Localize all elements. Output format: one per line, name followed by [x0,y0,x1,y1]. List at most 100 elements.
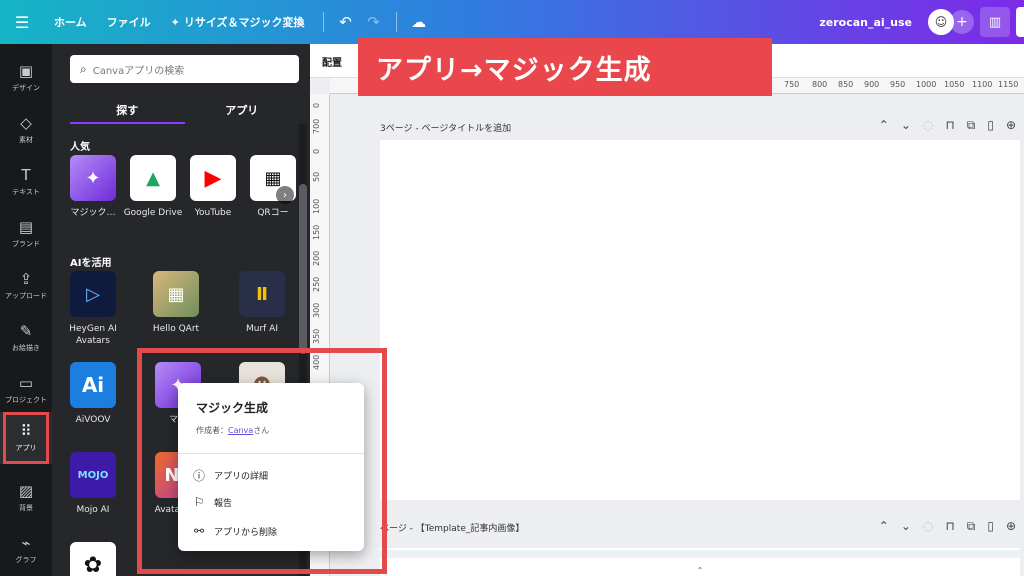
tab-apps[interactable]: アプリ [185,96,300,124]
resize-button[interactable]: ✦ リサイズ＆マジック変換 [161,0,315,44]
info-icon: ⓘ [192,469,205,483]
app-aivoov[interactable]: Ai AiVOOV [63,362,123,426]
app-magic-media[interactable]: ✦ マジック… [63,155,123,219]
duplicate-icon[interactable]: ⧉ [967,519,976,534]
hello-qart-icon: ▦ [153,271,199,317]
rail-item-draw[interactable]: ✎ お絵描き [0,312,52,364]
app-label: Hello QArt [152,324,200,334]
trash-icon[interactable]: ▯ [987,519,994,534]
lock-icon[interactable]: ⊓ [945,118,954,133]
app-qr-code[interactable]: ▦ QRコー [243,155,303,219]
app-label: YouTube [194,208,232,218]
app-label: AiVOOV [75,415,111,425]
chevron-up-icon: ⌃ [696,566,704,575]
cloud-save-icon[interactable]: ☁ [405,13,433,31]
page-canvas-3[interactable] [380,140,1020,500]
resize-label: リサイズ＆マジック変換 [183,16,305,29]
tab-discover[interactable]: 探す [70,96,185,124]
duplicate-icon[interactable]: ⧉ [967,118,976,133]
plus-icon: + [956,14,968,30]
redo-icon[interactable]: ↷ [360,13,388,31]
undo-icon[interactable]: ↶ [332,13,360,31]
panel-scroll-thumb[interactable] [299,184,307,354]
hide-icon[interactable]: ◌ [923,519,933,534]
carousel-next-icon[interactable]: › [276,186,294,204]
rail-item-label: テキスト [12,188,40,196]
rail-item-upload[interactable]: ⇪ アップロード [0,260,52,312]
author-link[interactable]: Canva [228,426,253,435]
ruler-tick: 300 [312,302,321,318]
page-title-row-3: 3ページ - ページタイトルを追加 [380,121,511,141]
app-openai[interactable]: ✿ [63,542,123,576]
annotation-banner: アプリ→マジック生成 [358,38,772,96]
app-youtube[interactable]: ▶ YouTube [183,155,243,219]
upload-icon: ⇪ [19,270,33,288]
text-icon: T [21,166,31,184]
popup-title: マジック生成 [196,401,269,415]
file-menu-button[interactable]: ファイル [97,0,161,44]
chevron-up-icon[interactable]: ⌃ [879,118,889,133]
menu-icon[interactable]: ☰ [0,0,44,44]
app-mojo-ai[interactable]: MOJO Mojo AI [63,452,123,516]
trash-icon[interactable]: ▯ [987,118,994,133]
menu-item-report[interactable]: ⚐ 報告 [190,495,232,509]
rail-item-text[interactable]: T テキスト [0,156,52,208]
ruler-tick: 1000 [916,80,937,89]
draw-icon: ✎ [19,322,33,340]
page-controls-4: ⌃ ⌄ ◌ ⊓ ⧉ ▯ ⊕ [879,519,1016,534]
menu-item-label: 報告 [214,498,233,509]
app-hello-qart[interactable]: ▦ Hello QArt [146,271,206,335]
app-murf-ai[interactable]: Ⅱ Murf AI [232,271,292,335]
rail-item-elements[interactable]: ◇ 素材 [0,104,52,156]
page-title-row-4: ページ - 【Template_記事内画像】 [380,521,524,541]
app-label: Murf AI [245,324,278,334]
expand-pages-handle[interactable]: ⌃ [670,566,730,576]
rail-item-label: ブランド [12,240,40,248]
app-label: QRコー [257,208,289,218]
chevron-up-icon[interactable]: ⌃ [879,519,889,534]
toolbar-divider [395,12,397,32]
topbar-right: zerocan_ai_use ☺ + ▥ [819,0,1024,44]
share-button[interactable] [1016,7,1024,37]
hide-icon[interactable]: ◌ [923,118,933,133]
rail-item-label: プロジェクト [5,396,47,404]
project-name[interactable]: zerocan_ai_use [819,16,912,29]
rail-item-projects[interactable]: ▭ プロジェクト [0,364,52,416]
rail-item-label: 背景 [19,504,33,512]
add-page-icon[interactable]: ⊕ [1006,118,1016,133]
popup-author: 作成者：Canvaさん [196,425,269,436]
mojo-icon: MOJO [70,452,116,498]
bar-chart-icon: ▥ [988,14,1002,30]
chevron-down-icon[interactable]: ⌄ [901,519,911,534]
lock-icon[interactable]: ⊓ [945,519,954,534]
ruler-tick: 800 [812,80,828,89]
insights-button[interactable]: ▥ [980,7,1010,37]
app-google-drive[interactable]: ▲ Google Drive [123,155,183,219]
menu-item-app-details[interactable]: ⓘ アプリの詳細 [190,467,268,484]
add-page-icon[interactable]: ⊕ [1006,519,1016,534]
ruler-tick: 900 [864,80,880,89]
rail-item-label: アップロード [5,292,47,300]
heygen-icon: ▷ [70,271,116,317]
ruler-tick: 850 [838,80,854,89]
brand-icon: ▤ [18,218,34,236]
page-title[interactable]: ページ - 【Template_記事内画像】 [380,524,524,534]
rail-item-brand[interactable]: ▤ ブランド [0,208,52,260]
app-label: HeyGen AI Avatars [69,324,117,346]
menu-item-remove-app[interactable]: ⚯ アプリから削除 [190,524,277,538]
rail-item-design[interactable]: ▣ デザイン [0,52,52,104]
add-collaborator-button[interactable]: + [950,10,974,34]
app-heygen[interactable]: ▷ HeyGen AI Avatars [63,271,123,347]
rail-item-chart[interactable]: ⌁ グラフ [0,524,52,576]
openai-icon: ✿ [70,542,116,576]
ruler-tick: 100 [312,198,321,214]
rail-item-background[interactable]: ▨ 背景 [0,472,52,524]
youtube-icon: ▶ [190,155,236,201]
home-button[interactable]: ホーム [44,0,97,44]
arrange-button[interactable]: 配置 [322,54,342,69]
author-suffix: さん [253,426,270,435]
section-title-ai: AIを活用 [70,258,112,269]
page-title[interactable]: 3ページ - ページタイトルを追加 [380,124,511,134]
chevron-down-icon[interactable]: ⌄ [901,118,911,133]
app-search-input[interactable]: ⌕ Canvaアプリの検索 [70,55,299,83]
